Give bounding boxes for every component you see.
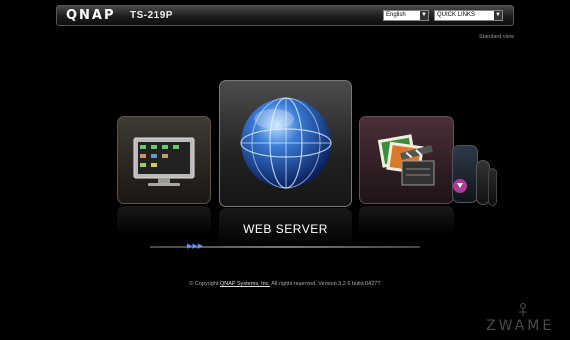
top-bar: QNAP TS-219P English ▼ QUICK LINKS ▼ [56, 5, 514, 26]
carousel-item-multimedia[interactable] [359, 116, 454, 204]
card-reflection [359, 206, 454, 236]
footer: © Copyright QNAP Systems, Inc. All right… [0, 281, 570, 287]
quick-links-select[interactable]: QUICK LINKS ▼ [434, 10, 503, 21]
monitor-icon [133, 137, 195, 186]
globe-icon [240, 97, 332, 189]
footer-copyright-suffix: All rights reserved. Version 3.2.6 build… [271, 281, 381, 287]
watermark: ZWAME [486, 318, 555, 334]
carousel-item-download[interactable] [452, 145, 478, 203]
standard-view-link[interactable]: Standard view [479, 34, 514, 40]
photo-video-icon [377, 134, 435, 186]
slider-handle-icon[interactable]: ▶▶▶ [187, 243, 203, 251]
chevron-down-icon: ▼ [494, 11, 502, 20]
footer-copyright-prefix: © Copyright [189, 281, 219, 287]
model-name: TS-219P [130, 10, 173, 21]
carousel-item-title: WEB SERVER [243, 222, 328, 236]
watermark-figure-icon [519, 303, 527, 316]
language-select[interactable]: English ▼ [383, 10, 429, 21]
carousel-item[interactable] [488, 168, 497, 206]
carousel-item-monitor[interactable] [117, 116, 211, 204]
card-reflection [117, 206, 211, 236]
carousel-item-web-server[interactable] [219, 80, 352, 207]
chevron-down-icon: ▼ [420, 11, 428, 20]
qnap-logo: QNAP [66, 8, 116, 23]
company-link[interactable]: QNAP Systems, Inc. [220, 281, 270, 287]
language-select-value: English [386, 12, 406, 18]
quick-links-select-value: QUICK LINKS [437, 12, 476, 18]
